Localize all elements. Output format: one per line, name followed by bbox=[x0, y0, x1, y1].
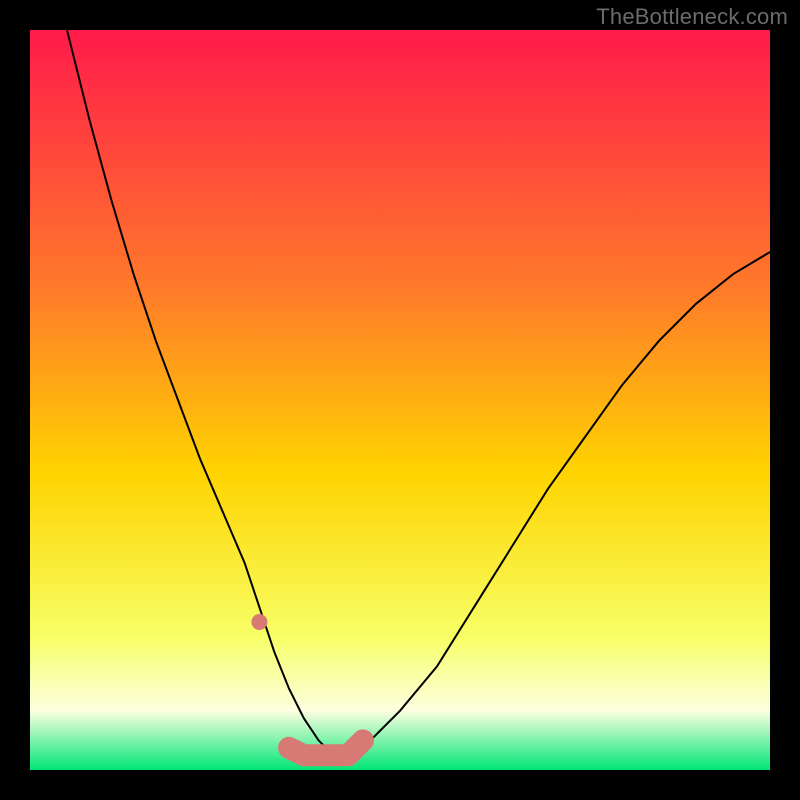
chart-frame: TheBottleneck.com bbox=[0, 0, 800, 800]
marker-dot bbox=[251, 614, 267, 630]
bottleneck-chart bbox=[30, 30, 770, 770]
plot-area bbox=[30, 30, 770, 770]
gradient-background bbox=[30, 30, 770, 770]
watermark-text: TheBottleneck.com bbox=[596, 4, 788, 30]
